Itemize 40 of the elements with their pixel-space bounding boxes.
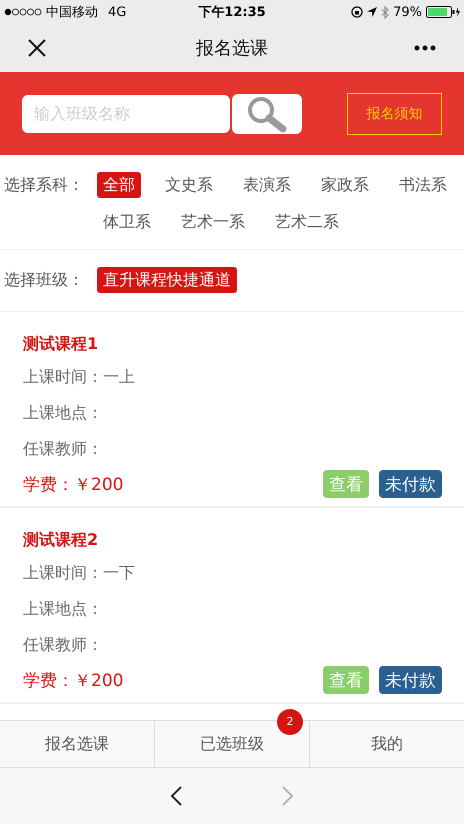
course-time: 上课时间：一下 — [23, 562, 136, 584]
department-option[interactable]: 艺术一系 — [175, 209, 252, 235]
page-title: 报名选课 — [196, 37, 268, 60]
more-icon[interactable] — [414, 45, 436, 51]
tab-item[interactable]: 报名选课 — [0, 721, 154, 767]
back-icon[interactable] — [170, 786, 182, 806]
payment-status-button[interactable]: 未付款 — [379, 470, 442, 498]
course-fee: 学费：￥200 — [23, 474, 124, 496]
course-teacher: 任课教师： — [23, 438, 104, 460]
carrier-name: 中国移动 — [46, 4, 98, 21]
battery-icon — [426, 6, 460, 18]
course-title: 测试课程2 — [23, 529, 100, 551]
course-title: 测试课程1 — [23, 333, 100, 355]
count-badge: 2 — [277, 709, 303, 735]
battery-percent: 79% — [393, 4, 422, 20]
network-type: 4G — [108, 4, 126, 20]
department-option[interactable]: 书法系 — [393, 172, 454, 198]
course-location: 上课地点： — [23, 402, 104, 424]
department-option[interactable]: 艺术二系 — [269, 209, 346, 235]
course-location: 上课地点： — [23, 598, 104, 620]
course-time: 上课时间：一上 — [23, 366, 136, 388]
close-icon[interactable] — [28, 39, 46, 57]
payment-status-button[interactable]: 未付款 — [379, 666, 442, 694]
filter-label: 选择系科： — [4, 174, 85, 196]
class-option[interactable]: 直升课程快捷通道 — [97, 267, 238, 293]
tab-item[interactable]: 我的 — [310, 721, 464, 767]
filter-label: 选择班级： — [4, 269, 85, 291]
lock-rotation-icon — [351, 6, 364, 18]
clock-time: 下午12:35 — [198, 4, 266, 21]
course-teacher: 任课教师： — [23, 634, 104, 656]
location-arrow-icon — [367, 7, 378, 17]
department-option[interactable]: 文史系 — [159, 172, 220, 198]
bluetooth-icon — [381, 6, 390, 18]
department-option[interactable]: 表演系 — [237, 172, 298, 198]
department-option[interactable]: 全部 — [97, 172, 142, 198]
department-option[interactable]: 体卫系 — [97, 209, 158, 235]
signal-icon — [4, 8, 42, 16]
course-fee: 学费：￥200 — [23, 670, 124, 692]
department-option[interactable]: 家政系 — [315, 172, 376, 198]
search-button[interactable] — [232, 94, 302, 134]
